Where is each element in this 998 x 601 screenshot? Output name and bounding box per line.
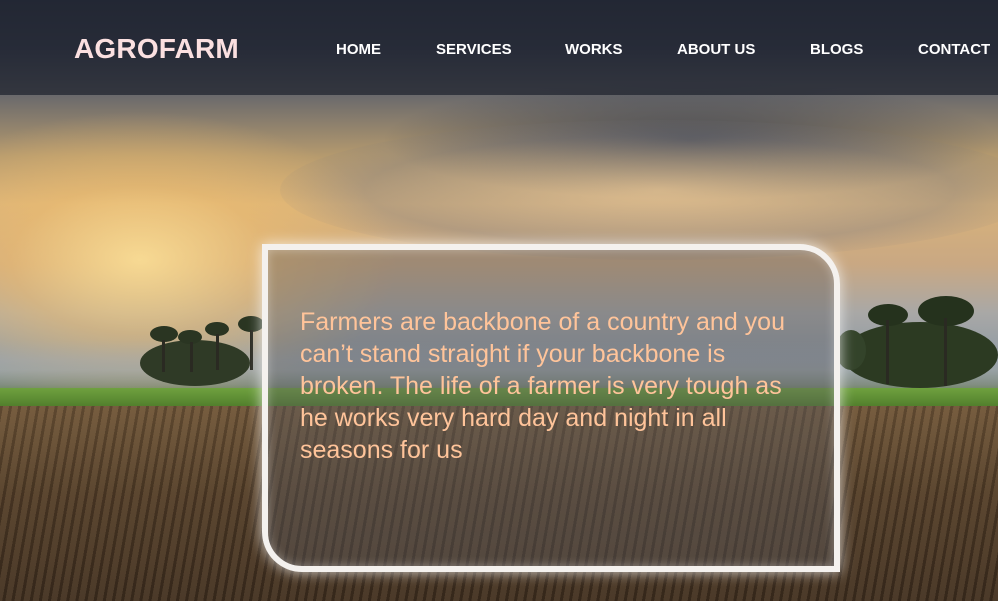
background-tree: [140, 340, 250, 386]
nav-contact[interactable]: CONTACT: [918, 40, 990, 60]
main-nav: HOME SERVICES WORKS ABOUT US BLOGS CONTA…: [0, 40, 998, 62]
site-header: AGROFARM HOME SERVICES WORKS ABOUT US BL…: [0, 0, 998, 95]
background-palm: [836, 330, 866, 370]
background-trunk: [944, 318, 947, 386]
nav-home[interactable]: HOME: [336, 40, 381, 60]
background-trunk: [886, 320, 889, 384]
background-trunk: [162, 340, 165, 372]
nav-about-us[interactable]: ABOUT US: [677, 40, 755, 60]
background-cloud-band: [280, 120, 998, 260]
background-trunk: [216, 334, 219, 370]
background-trunk: [190, 342, 193, 372]
page: AGROFARM HOME SERVICES WORKS ABOUT US BL…: [0, 0, 998, 601]
hero-quote-text: Farmers are backbone of a country and yo…: [300, 308, 785, 464]
hero-quote-box: Farmers are backbone of a country and yo…: [262, 244, 840, 572]
nav-blogs[interactable]: BLOGS: [810, 40, 863, 60]
nav-services[interactable]: SERVICES: [436, 40, 512, 60]
background-trunk: [250, 330, 253, 370]
nav-works[interactable]: WORKS: [565, 40, 623, 60]
